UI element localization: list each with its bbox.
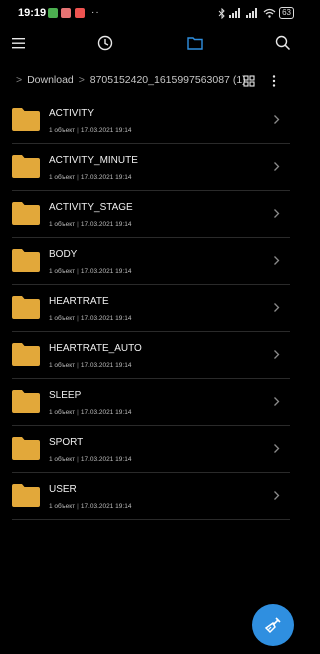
breadcrumb-separator: > xyxy=(78,74,85,86)
item-count: 1 объект xyxy=(49,174,76,181)
folder-name: ACTIVITY_MINUTE xyxy=(49,155,138,166)
modified-date: 17.03.2021 19:14 xyxy=(80,174,132,181)
item-count: 1 объект xyxy=(49,221,76,228)
more-options-icon[interactable] xyxy=(271,74,277,88)
modified-date: 17.03.2021 19:14 xyxy=(80,503,132,510)
modified-date: 17.03.2021 19:14 xyxy=(80,409,132,416)
list-item[interactable]: ACTIVITY_STAGE 1 объект | 17.03.2021 19:14 xyxy=(12,192,290,238)
folder-meta: 1 объект | 17.03.2021 19:14 xyxy=(49,127,131,134)
folder-name: HEARTRATE_AUTO xyxy=(49,343,142,354)
menu-icon[interactable] xyxy=(10,34,28,52)
meta-separator: | xyxy=(77,456,79,463)
folder-name: USER xyxy=(49,484,77,495)
wifi-icon xyxy=(263,8,276,18)
status-overflow-dots: ·· xyxy=(91,7,100,18)
chevron-right-icon xyxy=(274,115,280,124)
modified-date: 17.03.2021 19:14 xyxy=(80,456,132,463)
chevron-right-icon xyxy=(274,397,280,406)
item-count: 1 объект xyxy=(49,268,76,275)
modified-date: 17.03.2021 19:14 xyxy=(80,315,132,322)
meta-separator: | xyxy=(77,503,79,510)
top-toolbar xyxy=(0,28,302,58)
list-item[interactable]: USER 1 объект | 17.03.2021 19:14 xyxy=(12,474,290,520)
breadcrumb-download[interactable]: Download xyxy=(27,74,74,86)
item-count: 1 объект xyxy=(49,362,76,369)
list-item[interactable]: BODY 1 объект | 17.03.2021 19:14 xyxy=(12,239,290,285)
chevron-right-icon xyxy=(274,162,280,171)
chevron-right-icon xyxy=(274,491,280,500)
meta-separator: | xyxy=(77,268,79,275)
meta-separator: | xyxy=(77,315,79,322)
item-count: 1 объект xyxy=(49,127,76,134)
system-icons: 63 xyxy=(218,7,294,19)
chevron-right-icon xyxy=(274,209,280,218)
folder-name: SLEEP xyxy=(49,390,82,401)
folder-meta: 1 объект | 17.03.2021 19:14 xyxy=(49,174,131,181)
folder-meta: 1 объект | 17.03.2021 19:14 xyxy=(49,503,131,510)
list-item[interactable]: ACTIVITY_MINUTE 1 объект | 17.03.2021 19:1… xyxy=(12,145,290,191)
folder-icon xyxy=(12,484,40,507)
folder-icon xyxy=(12,296,40,319)
folder-icon xyxy=(12,202,40,225)
chevron-right-icon xyxy=(274,303,280,312)
meta-separator: | xyxy=(77,221,79,228)
folder-meta: 1 объект | 17.03.2021 19:14 xyxy=(49,268,131,275)
folder-icon xyxy=(12,108,40,131)
list-item[interactable]: SLEEP 1 объект | 17.03.2021 19:14 xyxy=(12,380,290,426)
folder-list: ACTIVITY 1 объект | 17.03.2021 19:14 ACTIV… xyxy=(12,98,290,520)
folder-icon xyxy=(12,390,40,413)
folder-name: SPORT xyxy=(49,437,84,448)
chevron-right-icon xyxy=(274,444,280,453)
grid-view-icon[interactable] xyxy=(243,75,255,87)
search-icon[interactable] xyxy=(274,34,292,52)
folder-name: ACTIVITY_STAGE xyxy=(49,202,133,213)
clean-button[interactable] xyxy=(252,604,294,646)
modified-date: 17.03.2021 19:14 xyxy=(80,221,132,228)
folder-meta: 1 объект | 17.03.2021 19:14 xyxy=(49,362,131,369)
signal-icon xyxy=(229,8,241,18)
battery-indicator: 63 xyxy=(279,7,294,19)
meta-separator: | xyxy=(77,362,79,369)
item-count: 1 объект xyxy=(49,409,76,416)
list-item[interactable]: SPORT 1 объект | 17.03.2021 19:14 xyxy=(12,427,290,473)
list-item[interactable]: ACTIVITY 1 объект | 17.03.2021 19:14 xyxy=(12,98,290,144)
folder-name: BODY xyxy=(49,249,78,260)
folder-icon xyxy=(12,437,40,460)
list-item[interactable]: HEARTRATE_AUTO 1 объект | 17.03.2021 19:14 xyxy=(12,333,290,379)
folder-icon xyxy=(12,249,40,272)
breadcrumb-current-folder[interactable]: 8705152420_1615997563087 (1) xyxy=(90,74,246,86)
status-time: 19:19 xyxy=(18,7,47,19)
folder-meta: 1 объект | 17.03.2021 19:14 xyxy=(49,221,131,228)
folder-meta: 1 объект | 17.03.2021 19:14 xyxy=(49,315,131,322)
folder-name: ACTIVITY xyxy=(49,108,95,119)
modified-date: 17.03.2021 19:14 xyxy=(80,362,132,369)
folder-meta: 1 объект | 17.03.2021 19:14 xyxy=(49,409,131,416)
item-count: 1 объект xyxy=(49,456,76,463)
folder-icon[interactable] xyxy=(186,34,204,52)
meta-separator: | xyxy=(77,409,79,416)
folder-name: HEARTRATE xyxy=(49,296,109,307)
notification-icon-2 xyxy=(61,8,71,18)
list-item[interactable]: HEARTRATE 1 объект | 17.03.2021 19:14 xyxy=(12,286,290,332)
notification-icon-3 xyxy=(75,8,85,18)
modified-date: 17.03.2021 19:14 xyxy=(80,268,132,275)
signal-icon-2 xyxy=(246,8,258,18)
modified-date: 17.03.2021 19:14 xyxy=(80,127,132,134)
chevron-right-icon xyxy=(274,256,280,265)
meta-separator: | xyxy=(77,127,79,134)
item-count: 1 объект xyxy=(49,503,76,510)
folder-icon xyxy=(12,155,40,178)
broom-icon xyxy=(264,617,281,634)
meta-separator: | xyxy=(77,174,79,181)
folder-meta: 1 объект | 17.03.2021 19:14 xyxy=(49,456,131,463)
folder-icon xyxy=(12,343,40,366)
notification-icon-1 xyxy=(48,8,58,18)
bluetooth-icon xyxy=(218,7,225,19)
breadcrumb-separator: > xyxy=(16,74,23,86)
breadcrumb: > Download > 8705152420_1615997563087 (1… xyxy=(0,68,302,94)
status-bar: 19:19 ·· 63 xyxy=(0,0,302,28)
item-count: 1 объект xyxy=(49,315,76,322)
chevron-right-icon xyxy=(274,350,280,359)
clock-icon[interactable] xyxy=(96,34,114,52)
